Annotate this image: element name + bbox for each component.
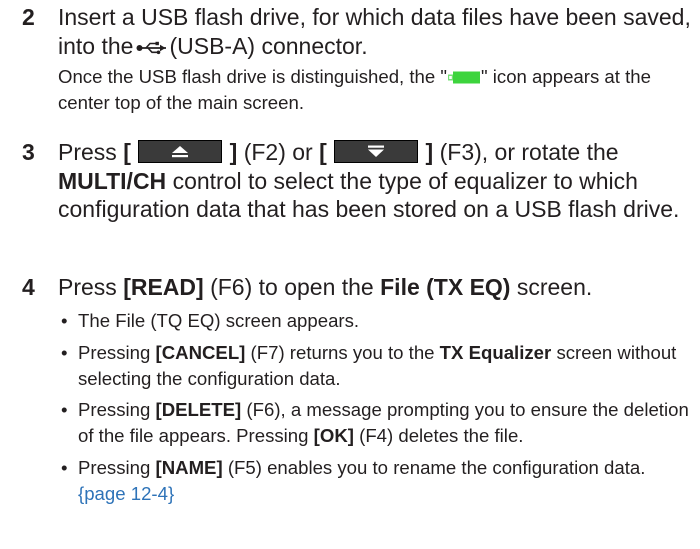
- triangle-down-icon: [368, 145, 385, 157]
- bullet-marker: •: [61, 399, 68, 420]
- list-item: • Pressing [NAME] (F5) enables you to ren…: [61, 456, 646, 504]
- ok-key-label: [OK]: [313, 425, 354, 446]
- read-key-label: [READ]: [123, 274, 204, 300]
- cancel-key-label: [CANCEL]: [155, 341, 246, 363]
- list-item: • Pressing [CANCEL] (F7) returns you to t…: [61, 341, 677, 389]
- screen-name: TX Equalizer: [439, 341, 552, 363]
- multi-ch-control-label: MULTI/CH: [58, 167, 167, 194]
- f2-up-key-button: [138, 140, 223, 163]
- f3-down-key-button: [334, 140, 419, 163]
- usb-drive-icon: [448, 71, 481, 84]
- step-number: 3: [22, 139, 35, 165]
- list-item: • The File (TQ EQ) screen appears.: [58, 308, 694, 334]
- step-note: Once the USB flash drive is distinguishe…: [58, 66, 651, 113]
- delete-key-label: [DELETE]: [155, 399, 242, 420]
- step-4-bullets: • The File (TQ EQ) screen appears. • Press…: [58, 308, 694, 512]
- screen-name: File (TX EQ): [380, 274, 511, 300]
- step-instruction: Press [ ] (F2) or [ ] (F3), or rotate th…: [58, 139, 680, 222]
- list-item: • Pressing [DELETE] (F6), a message promp…: [61, 399, 689, 446]
- manual-page: 2 Insert a USB flash drive, for which da…: [0, 0, 700, 549]
- page-reference-link[interactable]: {page 12-4}: [78, 483, 174, 504]
- bullet-marker: •: [61, 456, 68, 478]
- name-key-label: [NAME]: [155, 456, 223, 478]
- step-instruction: Insert a USB flash drive, for which data…: [58, 4, 691, 59]
- bullet-marker: •: [61, 341, 68, 363]
- triangle-up-icon: [172, 146, 189, 158]
- step-number: 4: [22, 274, 35, 300]
- usb-symbol-icon: [136, 41, 167, 55]
- step-number: 2: [22, 4, 35, 30]
- step-instruction: Press [READ] (F6) to open the File (TX E…: [58, 274, 593, 300]
- bullet-marker: •: [61, 310, 68, 331]
